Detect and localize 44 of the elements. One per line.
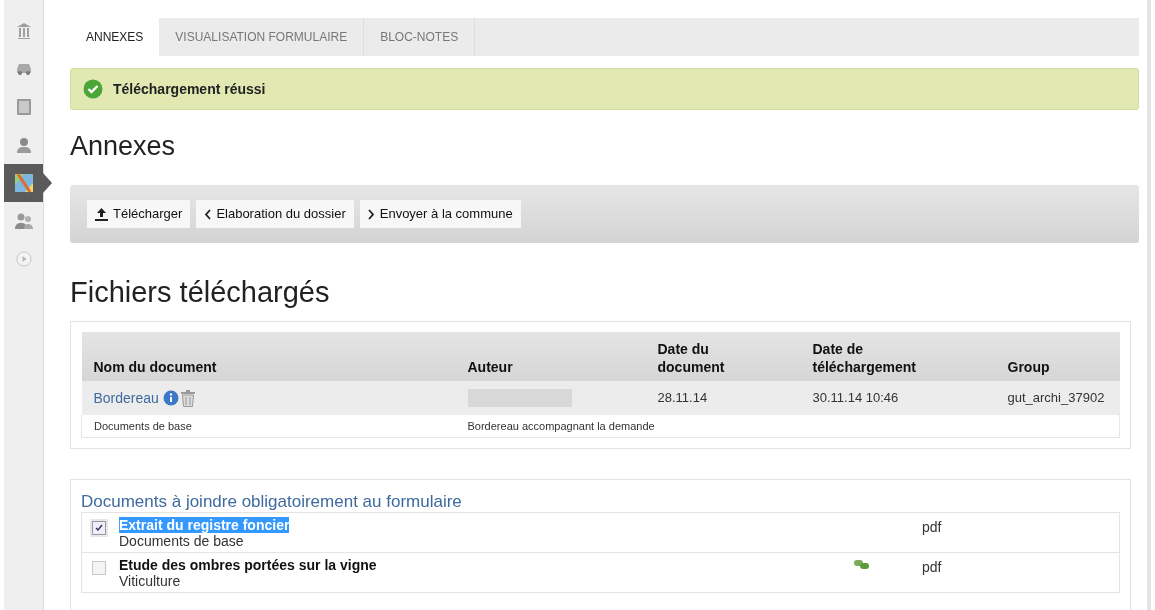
- chevron-left-icon: [204, 208, 212, 220]
- play-icon: [15, 251, 32, 267]
- table-cell: Bordereau accompagnant la demande: [455, 415, 1120, 437]
- document-link[interactable]: Bordereau: [93, 387, 159, 409]
- pointer-arrow: [43, 173, 52, 193]
- check-icon: [83, 79, 103, 99]
- column-header: Nom du document: [81, 332, 456, 381]
- table-cell: Documents de base: [81, 415, 456, 437]
- page-title: Annexes: [70, 130, 177, 163]
- checkbox[interactable]: [92, 560, 106, 575]
- people-icon: [13, 212, 34, 230]
- document-name: Etude des ombres portées sur la vigne: [119, 556, 377, 573]
- document-icon: [15, 98, 32, 116]
- column-header: Group: [995, 332, 1120, 381]
- chevron-right-icon: [367, 208, 375, 220]
- table-cell: gut_archi_37902: [995, 381, 1120, 415]
- alert-message: Téléchargement réussi: [113, 79, 266, 99]
- trash-icon[interactable]: [180, 389, 195, 407]
- document-category: Documents de base: [119, 532, 245, 549]
- table-cell: 30.11.14 10:46: [800, 381, 996, 415]
- column-header: Auteur: [455, 332, 646, 381]
- toolbar-button[interactable]: Télécharger: [87, 200, 191, 228]
- sidebar-item[interactable]: [4, 164, 43, 202]
- person-icon: [15, 136, 32, 154]
- checkbox[interactable]: [92, 520, 106, 535]
- table-cell: 28.11.14: [645, 381, 801, 415]
- info-icon[interactable]: [162, 390, 179, 406]
- tab[interactable]: VISUALISATION FORMULAIRE: [159, 18, 365, 56]
- column-header: Date du document: [645, 332, 801, 381]
- section-title: Fichiers téléchargés: [70, 275, 331, 310]
- document-name: Extrait du registre foncier: [119, 516, 290, 533]
- checkmark-icon: [95, 523, 103, 532]
- file-type: pdf: [922, 517, 942, 537]
- document-category: Viticulture: [119, 572, 182, 589]
- car-icon: [14, 62, 33, 76]
- upload-icon: [95, 207, 108, 221]
- map-icon: [13, 173, 34, 193]
- tab[interactable]: ANNEXES: [70, 18, 160, 56]
- toolbar-button[interactable]: Envoyer à la commune: [359, 200, 521, 228]
- column-header: Date de téléchargement: [800, 332, 996, 381]
- section-title: Documents à joindre obligatoirement au formulaire: [81, 491, 463, 512]
- toolbar-button[interactable]: Elaboration du dossier: [196, 200, 354, 228]
- file-type: pdf: [922, 557, 942, 577]
- tab[interactable]: BLOC-NOTES: [364, 18, 476, 56]
